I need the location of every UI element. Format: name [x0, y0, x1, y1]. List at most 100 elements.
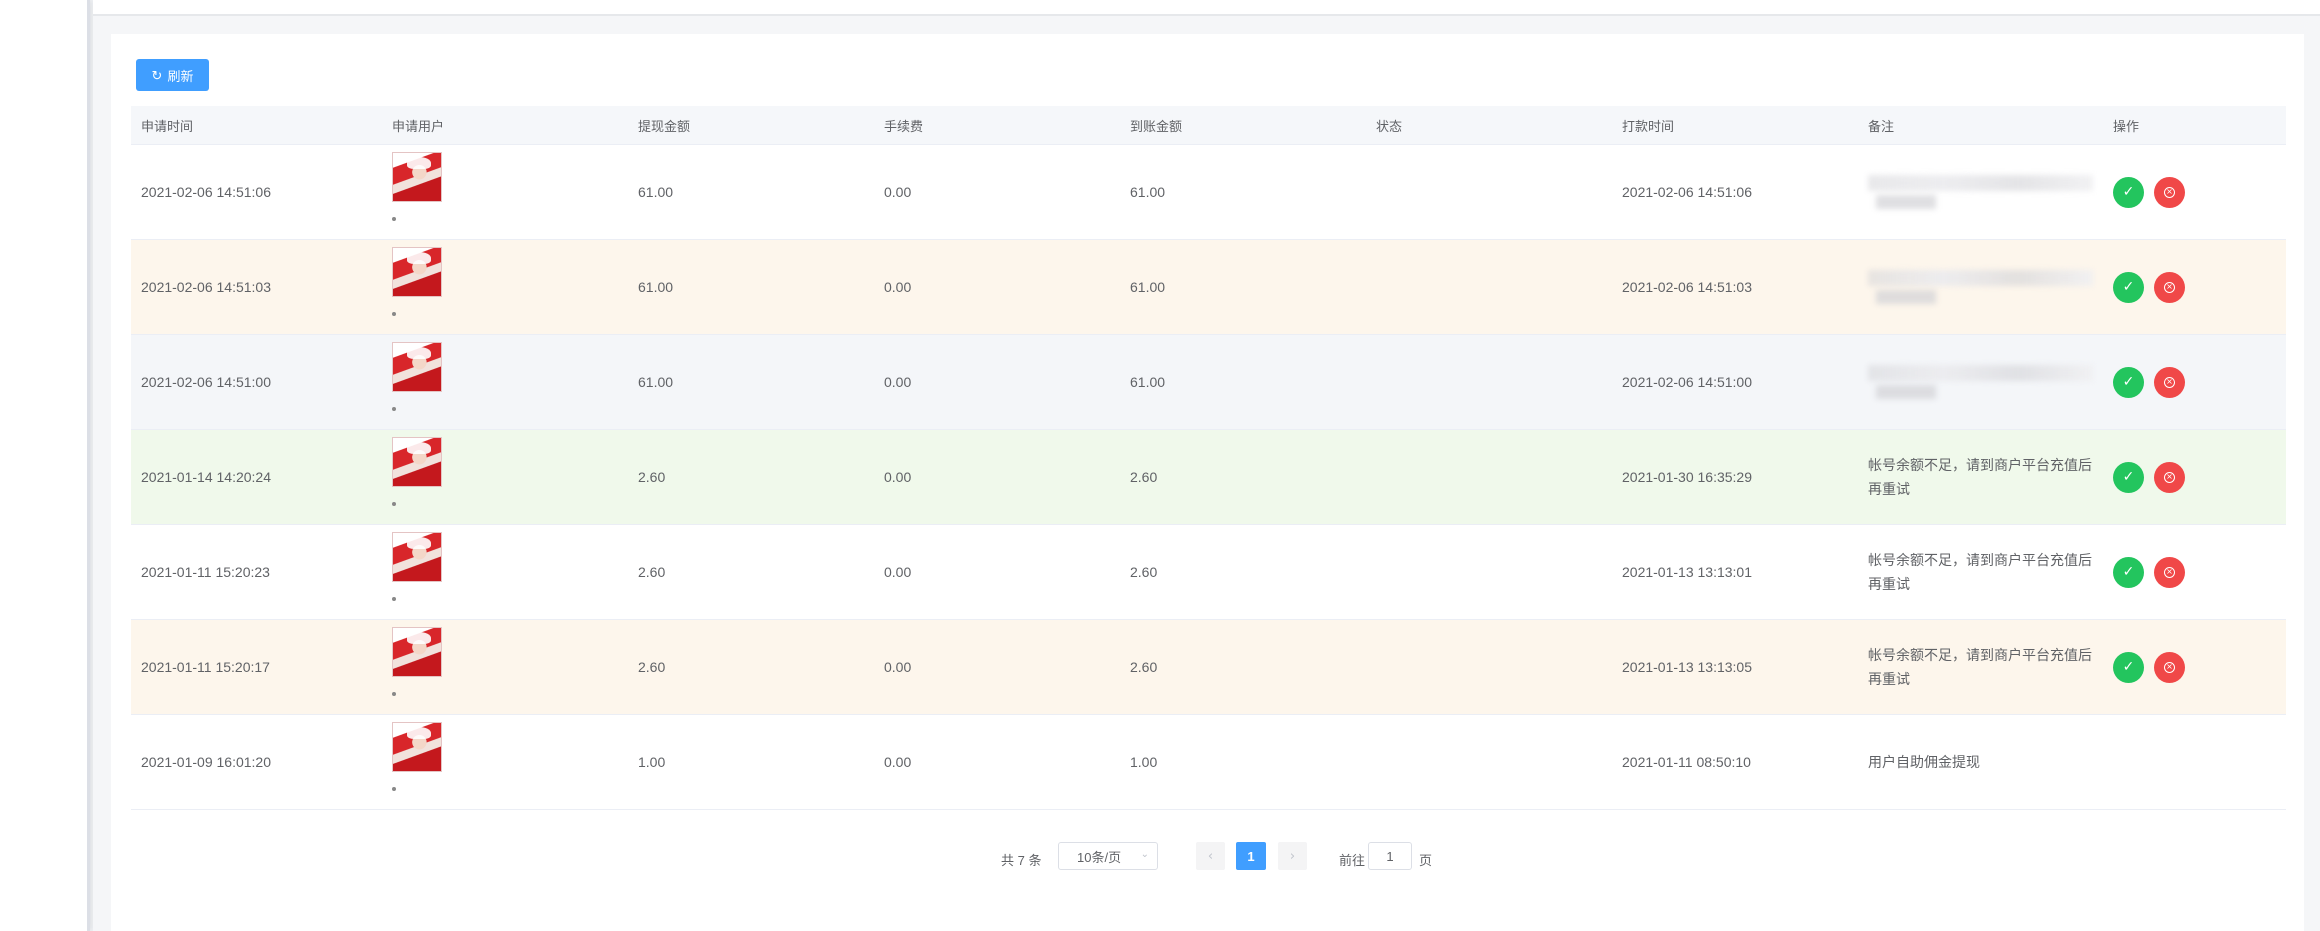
row-actions: ✓ × — [2113, 556, 2286, 588]
reject-button[interactable]: × — [2154, 271, 2185, 303]
reject-button[interactable]: × — [2154, 461, 2185, 493]
prev-page-button[interactable]: ‹ — [1196, 842, 1225, 870]
user-name-dot — [392, 786, 396, 791]
reject-button[interactable]: × — [2154, 556, 2185, 588]
apply-time: 2021-02-06 14:51:03 — [141, 279, 271, 295]
goto-label: 前往 — [1339, 853, 1366, 868]
check-icon: ✓ — [2122, 469, 2135, 485]
apply-user — [382, 240, 628, 335]
reject-button[interactable]: × — [2154, 366, 2185, 398]
refresh-icon: ↻ — [151, 67, 163, 83]
redacted-remark — [1868, 169, 2093, 215]
redacted-remark — [1868, 264, 2093, 310]
pay-time: 2021-02-06 14:51:06 — [1622, 184, 1752, 200]
approve-button[interactable]: ✓ — [2113, 176, 2144, 208]
close-circle-icon: × — [2164, 566, 2175, 578]
received-amount: 2.60 — [1130, 659, 1158, 675]
remark — [1858, 169, 2103, 215]
apply-user — [382, 430, 628, 525]
avatar — [392, 246, 442, 297]
actions-cell: ✓ × — [2103, 556, 2286, 588]
table-row: 2021-02-06 14:51:00 61.00 0.00 61.00 2021-02… — [131, 335, 2286, 430]
header-amount: 提现金额 — [638, 118, 691, 134]
withdraw-amount: 1.00 — [638, 754, 666, 770]
apply-time: 2021-01-09 16:01:20 — [141, 754, 271, 770]
approve-button[interactable]: ✓ — [2113, 651, 2144, 683]
header-fee: 手续费 — [884, 118, 924, 134]
main-content: ↻ 刷新 申请时间 申请用户 提现金额 手续费 到账金额 状态 打款时间 备注 … — [93, 16, 2320, 931]
reject-button[interactable]: × — [2154, 651, 2185, 683]
top-bar — [93, 0, 2320, 16]
user-name-dot — [392, 691, 396, 696]
withdraw-amount: 2.60 — [638, 659, 666, 675]
page-size-select[interactable]: 10条/页 ⌄ — [1058, 842, 1158, 870]
check-icon: ✓ — [2122, 374, 2135, 390]
received-amount: 61.00 — [1130, 184, 1166, 200]
reject-button[interactable]: × — [2154, 176, 2185, 208]
pay-time: 2021-02-06 14:51:00 — [1622, 374, 1752, 390]
close-circle-icon: × — [2164, 376, 2175, 388]
refresh-button[interactable]: ↻ 刷新 — [136, 59, 209, 91]
apply-time: 2021-02-06 14:51:06 — [141, 184, 271, 200]
received-amount: 61.00 — [1130, 374, 1166, 390]
next-page-button[interactable]: › — [1278, 842, 1307, 870]
row-actions: ✓ × — [2113, 366, 2286, 398]
page-jump-input[interactable] — [1368, 842, 1412, 870]
page-number-current[interactable]: 1 — [1236, 842, 1266, 870]
user-name-dot — [392, 216, 396, 221]
withdraw-amount: 61.00 — [638, 279, 674, 295]
table-row: 2021-01-14 14:20:24 2.60 0.00 2.60 2021-01-3… — [131, 430, 2286, 525]
header-status: 状态 — [1376, 118, 1403, 134]
table-row: 2021-01-11 15:20:23 2.60 0.00 2.60 2021-01-1… — [131, 525, 2286, 620]
remark: 用户自助佣金提现 — [1858, 750, 2103, 774]
content-card: ↻ 刷新 申请时间 申请用户 提现金额 手续费 到账金额 状态 打款时间 备注 … — [111, 34, 2304, 931]
header-pay-time: 打款时间 — [1622, 118, 1675, 134]
remark — [1858, 359, 2103, 405]
remark-text: 帐号余额不足，请到商户平台充值后再重试 — [1868, 552, 2092, 592]
avatar — [392, 436, 442, 487]
avatar — [392, 626, 442, 677]
pay-time: 2021-02-06 14:51:03 — [1622, 279, 1752, 295]
actions-cell: ✓ × — [2103, 651, 2286, 683]
fee: 0.00 — [884, 469, 912, 485]
apply-time: 2021-02-06 14:51:00 — [141, 374, 271, 390]
row-actions: ✓ × — [2113, 651, 2286, 683]
fee: 0.00 — [884, 754, 912, 770]
apply-user — [382, 525, 628, 620]
chevron-left-icon: ‹ — [1207, 848, 1214, 864]
apply-user — [382, 335, 628, 430]
page-size-value: 10条/页 — [1077, 849, 1122, 865]
fee: 0.00 — [884, 659, 912, 675]
pagination: 共 7 条 10条/页 ⌄ ‹ 1 › 前往 页 — [111, 842, 2304, 874]
pay-time: 2021-01-13 13:13:05 — [1622, 659, 1752, 675]
close-circle-icon: × — [2164, 186, 2175, 198]
apply-user — [382, 145, 628, 240]
pay-time: 2021-01-30 16:35:29 — [1622, 469, 1752, 485]
header-apply-time: 申请时间 — [141, 118, 194, 134]
table-row: 2021-01-09 16:01:20 1.00 0.00 1.00 2021-01-1… — [131, 715, 2286, 810]
table-row: 2021-01-11 15:20:17 2.60 0.00 2.60 2021-01-1… — [131, 620, 2286, 715]
user-name-dot — [392, 311, 396, 316]
remark-text: 帐号余额不足，请到商户平台充值后再重试 — [1868, 647, 2092, 687]
refresh-label: 刷新 — [167, 68, 194, 84]
approve-button[interactable]: ✓ — [2113, 271, 2144, 303]
approve-button[interactable]: ✓ — [2113, 366, 2144, 398]
withdraw-amount: 2.60 — [638, 469, 666, 485]
fee: 0.00 — [884, 184, 912, 200]
withdrawal-table: 申请时间 申请用户 提现金额 手续费 到账金额 状态 打款时间 备注 操作 20… — [131, 106, 2286, 810]
table-body: 2021-02-06 14:51:06 61.00 0.00 61.00 2021-02… — [131, 145, 2286, 810]
redacted-remark — [1868, 359, 2093, 405]
check-icon: ✓ — [2122, 564, 2135, 580]
approve-button[interactable]: ✓ — [2113, 461, 2144, 493]
avatar — [392, 721, 442, 772]
fee: 0.00 — [884, 279, 912, 295]
remark: 帐号余额不足，请到商户平台充值后再重试 — [1858, 643, 2103, 691]
row-actions: ✓ × — [2113, 176, 2286, 208]
close-circle-icon: × — [2164, 661, 2175, 673]
approve-button[interactable]: ✓ — [2113, 556, 2144, 588]
withdraw-amount: 61.00 — [638, 374, 674, 390]
withdraw-amount: 2.60 — [638, 564, 666, 580]
apply-user — [382, 715, 628, 810]
table-header: 申请时间 申请用户 提现金额 手续费 到账金额 状态 打款时间 备注 操作 — [131, 106, 2286, 145]
remark-text: 帐号余额不足，请到商户平台充值后再重试 — [1868, 457, 2092, 497]
